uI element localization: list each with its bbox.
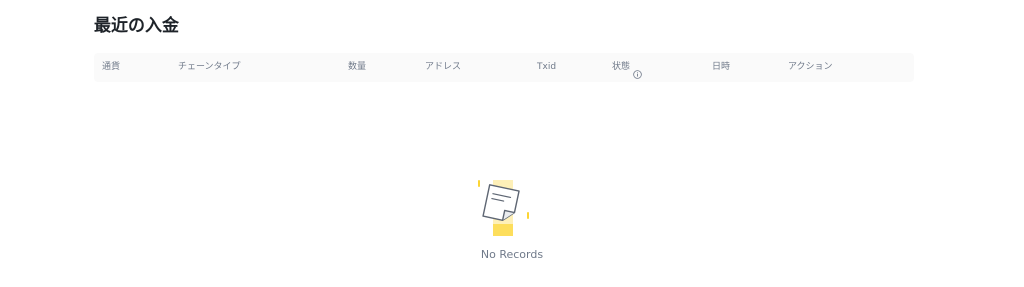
recent-deposits-page: 最近の入金 通貨 チェーンタイプ 数量 アドレス Txid 状態 日時 アクショ… (0, 0, 1024, 287)
column-header-status-label: 状態 (612, 62, 631, 72)
column-header-amount: 数量 (348, 62, 367, 72)
column-header-address: アドレス (425, 62, 462, 72)
empty-state-text: No Records (480, 248, 544, 261)
section-title: 最近の入金 (94, 16, 179, 36)
column-header-chain-type: チェーンタイプ (178, 62, 241, 72)
column-header-datetime: 日時 (712, 62, 731, 72)
column-header-txid: Txid (537, 62, 557, 72)
empty-state: No Records (0, 170, 1024, 270)
column-header-action: アクション (788, 62, 833, 72)
column-header-currency: 通貨 (102, 62, 121, 72)
info-icon[interactable] (633, 63, 642, 79)
empty-document-icon (472, 174, 534, 236)
table-header: 通貨 チェーンタイプ 数量 アドレス Txid 状態 日時 アクション (94, 53, 914, 82)
column-header-status: 状態 (612, 53, 642, 82)
